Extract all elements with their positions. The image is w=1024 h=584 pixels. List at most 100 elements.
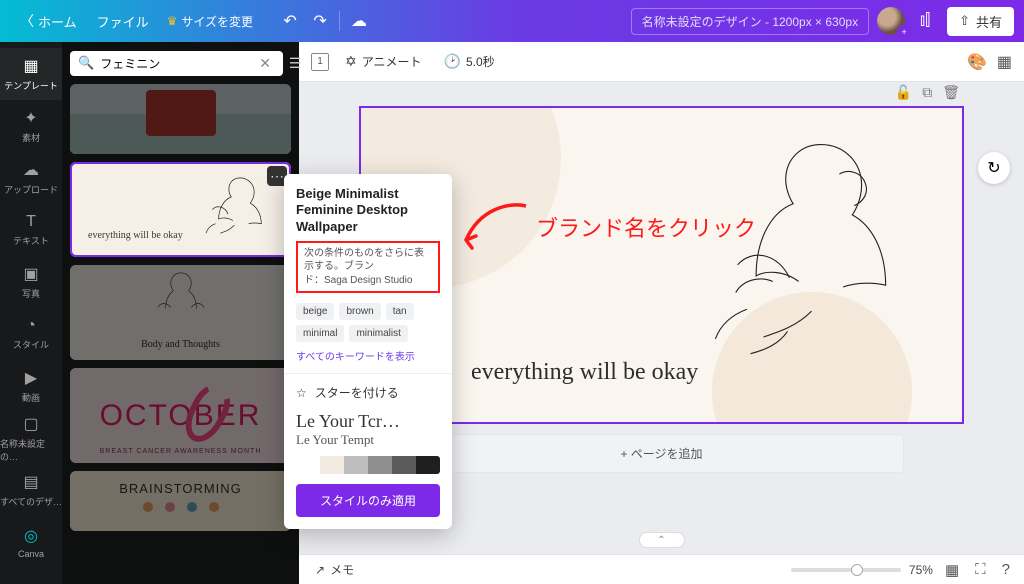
rail-label: 動画: [22, 391, 40, 404]
rail-label: アップロード: [4, 183, 58, 196]
upload-icon: ⇧: [959, 13, 970, 29]
notes-button[interactable]: ↗ メモ: [309, 559, 360, 580]
rail-label: 名称未設定の…: [0, 437, 62, 463]
clock-icon: 🕑: [444, 53, 461, 70]
account-avatar[interactable]: +: [877, 7, 905, 35]
animate-icon: ✡: [345, 53, 357, 70]
template-thumb[interactable]: [70, 84, 291, 154]
swatch[interactable]: [368, 456, 392, 474]
template-search[interactable]: 🔍 ✕: [70, 51, 283, 76]
duration-label: 5.0秒: [466, 53, 495, 70]
tag[interactable]: beige: [296, 303, 334, 320]
page-expand-button[interactable]: ⌃: [639, 532, 685, 548]
grid-toggle-icon[interactable]: ▦: [997, 52, 1012, 72]
recent-design-icon: ▢: [23, 414, 38, 434]
zoom-thumb[interactable]: [851, 564, 863, 576]
help-icon[interactable]: ?: [998, 559, 1014, 580]
tag[interactable]: brown: [339, 303, 380, 320]
animate-button[interactable]: ✡ アニメート: [339, 49, 428, 74]
swatch[interactable]: [320, 456, 344, 474]
rail-label: スタイル: [13, 338, 49, 351]
duplicate-page-icon[interactable]: ⧉: [922, 84, 932, 101]
font-sample-1: Le Your Tcr…: [296, 411, 440, 432]
home-button[interactable]: 〈 ホーム: [10, 7, 87, 35]
cloud-sync-icon[interactable]: ☁: [344, 6, 374, 36]
grid-icon: ▤: [23, 472, 38, 492]
filter-button[interactable]: ☰: [289, 50, 302, 76]
rail-label: テンプレート: [4, 79, 58, 92]
swatch[interactable]: [296, 456, 320, 474]
template-info-popover: Beige Minimalist Feminine Desktop Wallpa…: [284, 174, 452, 529]
photos-icon: ▣: [23, 264, 38, 284]
template-thumb[interactable]: Body and Thoughts: [70, 265, 291, 360]
search-input[interactable]: [100, 56, 255, 70]
share-button[interactable]: ⇧ 共有: [947, 7, 1014, 36]
rail-video[interactable]: ▶ 動画: [0, 360, 62, 412]
apply-style-button[interactable]: スタイルのみ適用: [296, 484, 440, 517]
home-label: ホーム: [38, 12, 77, 31]
template-thumb[interactable]: BRAINSTORMING: [70, 471, 291, 531]
search-icon: 🔍: [78, 55, 94, 71]
font-preview: Le Your Tcr… Le Your Tempt: [296, 411, 440, 448]
regenerate-button[interactable]: ↻: [978, 152, 1010, 184]
rail-label: 写真: [22, 287, 40, 300]
rail-templates[interactable]: ▦ テンプレート: [0, 48, 62, 100]
resize-menu[interactable]: ♛ サイズを変更: [159, 9, 261, 34]
text-icon: T: [26, 213, 36, 231]
template-thumb[interactable]: OCTOBER BREAST CANCER AWARENESS MONTH: [70, 368, 291, 463]
star-label: スターを付ける: [315, 384, 399, 401]
clear-search-button[interactable]: ✕: [255, 55, 275, 72]
star-button[interactable]: ☆ スターを付ける: [296, 384, 440, 401]
video-icon: ▶: [25, 368, 37, 388]
insights-button[interactable]: ⫾⫿: [909, 5, 941, 37]
notes-label: メモ: [330, 561, 354, 578]
elements-icon: ✦: [24, 108, 37, 128]
undo-button[interactable]: ↶: [275, 6, 305, 36]
tag[interactable]: tan: [386, 303, 414, 320]
rail-uploads[interactable]: ☁ アップロード: [0, 152, 62, 204]
upload-icon: ☁: [23, 160, 39, 180]
invite-plus-icon: +: [897, 25, 911, 39]
canvas-lineart[interactable]: [692, 126, 922, 404]
rail-recent-design[interactable]: ▢ 名称未設定の…: [0, 412, 62, 464]
canva-icon: ◎: [24, 526, 38, 546]
crown-icon: ♛: [167, 14, 178, 28]
brand-line1: 次の条件のものをさらに表示する。ブラン: [304, 247, 432, 274]
rail-photos[interactable]: ▣ 写真: [0, 256, 62, 308]
redo-button[interactable]: ↷: [305, 6, 335, 36]
rail-label: すべてのデザ…: [0, 495, 62, 508]
grid-view-icon[interactable]: ▦: [941, 559, 963, 581]
canvas-quote-text[interactable]: everything will be okay: [471, 359, 698, 386]
rail-label: Canva: [18, 549, 44, 559]
tag[interactable]: minimalist: [349, 325, 407, 342]
color-wheel-icon[interactable]: 🎨: [967, 52, 987, 72]
swatch[interactable]: [344, 456, 368, 474]
rail-label: 素材: [22, 131, 40, 144]
rail-text[interactable]: T テキスト: [0, 204, 62, 256]
show-all-tags-link[interactable]: すべてのキーワードを表示: [296, 348, 440, 363]
zoom-value: 75%: [909, 563, 933, 577]
templates-icon: ▦: [23, 56, 38, 76]
fullscreen-icon[interactable]: ⛶: [971, 559, 990, 580]
rail-canva[interactable]: ◎ Canva: [0, 516, 62, 568]
delete-page-icon[interactable]: 🗑: [942, 84, 960, 101]
swatch[interactable]: [416, 456, 440, 474]
add-page-button[interactable]: + ページを追加: [419, 434, 904, 473]
rail-elements[interactable]: ✦ 素材: [0, 100, 62, 152]
document-title-input[interactable]: 名称未設定のデザイン - 1200px × 630px: [631, 8, 869, 35]
brand-link[interactable]: 次の条件のものをさらに表示する。ブラン ド：Saga Design Studio: [296, 241, 440, 294]
file-menu[interactable]: ファイル: [87, 8, 159, 35]
page-indicator[interactable]: 1: [311, 53, 329, 71]
rail-all-designs[interactable]: ▤ すべてのデザ…: [0, 464, 62, 516]
duration-button[interactable]: 🕑 5.0秒: [438, 49, 501, 74]
tag[interactable]: minimal: [296, 325, 344, 342]
rail-label: テキスト: [13, 234, 49, 247]
swatch[interactable]: [392, 456, 416, 474]
zoom-slider[interactable]: [791, 568, 901, 572]
palette-row[interactable]: [296, 456, 440, 474]
rail-styles[interactable]: ◔スタイル: [0, 308, 62, 360]
star-icon: ☆: [296, 386, 307, 400]
lineart-icon: [191, 170, 281, 249]
template-thumb-active[interactable]: ⋯ everything will be okay: [70, 162, 291, 257]
lock-page-icon[interactable]: 🔓: [895, 84, 912, 101]
